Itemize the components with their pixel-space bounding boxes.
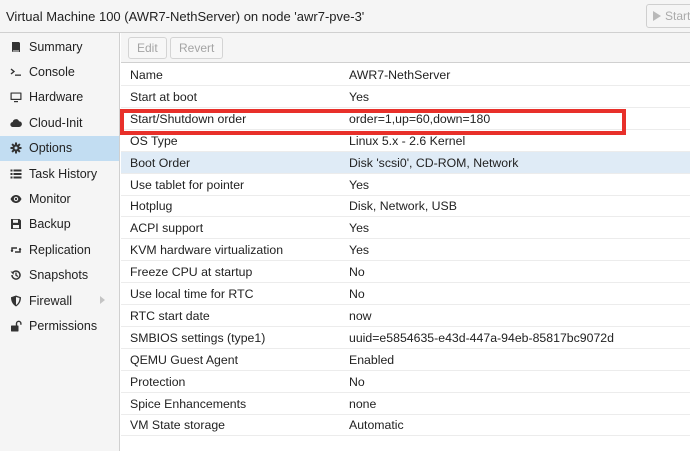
edit-button[interactable]: Edit <box>128 37 167 59</box>
option-value: none <box>349 396 377 411</box>
option-name: SMBIOS settings (type1) <box>130 330 266 345</box>
list-icon <box>10 168 22 180</box>
sidebar-item-label: Firewall <box>29 293 73 308</box>
option-value: Automatic <box>349 418 404 433</box>
option-value: No <box>349 374 365 389</box>
option-row[interactable]: Use local time for RTC No <box>121 283 690 305</box>
option-value: No <box>349 287 365 301</box>
revert-button[interactable]: Revert <box>170 37 224 59</box>
sidebar-item-label: Backup <box>29 217 71 232</box>
sidebar-item-label: Replication <box>29 242 91 257</box>
floppy-icon <box>10 218 22 230</box>
option-row[interactable]: Spice Enhancements none <box>121 393 690 415</box>
option-value: Enabled <box>349 352 395 367</box>
option-value: Yes <box>349 177 370 192</box>
option-row[interactable]: SMBIOS settings (type1) uuid=e5854635-e43… <box>121 327 690 349</box>
option-value: Linux 5.x - 2.6 Kernel <box>349 133 466 148</box>
cloud-icon <box>10 117 22 129</box>
expand-arrow-icon[interactable] <box>100 296 105 304</box>
title-bar: Virtual Machine 100 (AWR7-NethServer) on… <box>0 0 690 33</box>
option-value: Yes <box>349 221 370 236</box>
option-name: Protection <box>130 374 186 389</box>
option-row[interactable]: Freeze CPU at startup No <box>121 261 690 284</box>
option-name: ACPI support <box>130 221 204 236</box>
terminal-icon <box>10 66 22 78</box>
option-name: Freeze CPU at startup <box>130 265 253 280</box>
shield-icon <box>10 295 22 307</box>
sidebar-item-replication[interactable]: Replication <box>0 237 119 262</box>
eye-icon <box>10 193 22 205</box>
monitor-icon <box>10 91 22 103</box>
option-name: Hotplug <box>130 199 173 214</box>
option-name: QEMU Guest Agent <box>130 352 238 367</box>
option-value: AWR7-NethServer <box>349 68 451 82</box>
sidebar-item-console[interactable]: Console <box>0 59 119 84</box>
option-row[interactable]: Start at boot Yes <box>121 86 690 108</box>
sidebar-item-monitor[interactable]: Monitor <box>0 186 119 211</box>
option-name: VM State storage <box>130 418 226 433</box>
option-value: Disk, Network, USB <box>349 199 457 214</box>
play-icon <box>653 11 661 21</box>
sidebar-item-label: Task History <box>29 166 98 181</box>
sidebar-item-cloud-init[interactable]: Cloud-Init <box>0 110 119 135</box>
start-button-label: Start <box>665 9 690 23</box>
option-name: OS Type <box>130 133 178 148</box>
option-value: Disk 'scsi0', CD-ROM, Network <box>349 155 519 170</box>
option-value: uuid=e5854635-e43d-447a-94eb-85817bc9072… <box>349 330 614 345</box>
gear-icon <box>10 142 22 154</box>
sidebar-item-label: Console <box>29 64 75 79</box>
sidebar-item-label: Summary <box>29 39 83 54</box>
option-value: Yes <box>349 243 370 258</box>
unlock-icon <box>10 320 22 332</box>
sidebar-item-label: Cloud-Init <box>29 115 83 130</box>
sidebar-item-label: Monitor <box>29 191 71 206</box>
option-row[interactable]: Name AWR7-NethServer <box>121 64 690 86</box>
sidebar-item-options[interactable]: Options <box>0 135 119 161</box>
option-row[interactable]: ACPI support Yes <box>121 217 690 240</box>
history-icon <box>10 269 22 281</box>
option-name: Name <box>130 68 163 82</box>
option-name: Boot Order <box>130 155 191 170</box>
book-icon <box>10 41 22 53</box>
sidebar-item-permissions[interactable]: Permissions <box>0 313 119 338</box>
window-title: Virtual Machine 100 (AWR7-NethServer) on… <box>6 9 365 24</box>
sidebar-item-label: Permissions <box>29 318 98 333</box>
option-row[interactable]: RTC start date now <box>121 305 690 327</box>
sidebar-item-hardware[interactable]: Hardware <box>0 85 119 110</box>
option-row[interactable]: Use tablet for pointer Yes <box>121 174 690 196</box>
sidebar-item-label: Hardware <box>29 90 84 105</box>
option-value: Yes <box>349 89 370 104</box>
option-value: now <box>349 308 372 323</box>
option-name: RTC start date <box>130 308 210 323</box>
sidebar-item-task-history[interactable]: Task History <box>0 161 119 186</box>
option-row[interactable]: KVM hardware virtualization Yes <box>121 239 690 262</box>
sidebar: Summary Console Hardware Cloud-Init Options T… <box>0 33 120 451</box>
start-button[interactable]: Start <box>646 4 690 28</box>
sidebar-item-firewall[interactable]: Firewall <box>0 288 119 313</box>
option-name: Start/Shutdown order <box>130 111 247 126</box>
option-name: Use tablet for pointer <box>130 177 245 192</box>
option-row[interactable]: Hotplug Disk, Network, USB <box>121 195 690 218</box>
sidebar-item-snapshots[interactable]: Snapshots <box>0 263 119 288</box>
sidebar-item-label: Snapshots <box>29 268 89 283</box>
option-name: Start at boot <box>130 89 197 104</box>
option-value: No <box>349 265 365 280</box>
retweet-icon <box>10 244 22 256</box>
option-name: Use local time for RTC <box>130 287 254 301</box>
option-value: order=1,up=60,down=180 <box>349 111 491 126</box>
sidebar-item-label: Options <box>29 141 73 156</box>
option-row[interactable]: VM State storage Automatic <box>121 414 690 437</box>
option-row[interactable]: OS Type Linux 5.x - 2.6 Kernel <box>121 130 690 152</box>
option-row[interactable]: Start/Shutdown order order=1,up=60,down=1… <box>121 108 690 130</box>
sidebar-item-backup[interactable]: Backup <box>0 212 119 237</box>
sidebar-item-summary[interactable]: Summary <box>0 34 119 59</box>
option-name: KVM hardware virtualization <box>130 243 284 258</box>
option-row[interactable]: Protection No <box>121 371 690 393</box>
option-row[interactable]: Boot Order Disk 'scsi0', CD-ROM, Network <box>121 151 690 174</box>
toolbar: Edit Revert <box>121 33 690 63</box>
option-row[interactable]: QEMU Guest Agent Enabled <box>121 349 690 371</box>
option-name: Spice Enhancements <box>130 396 247 411</box>
